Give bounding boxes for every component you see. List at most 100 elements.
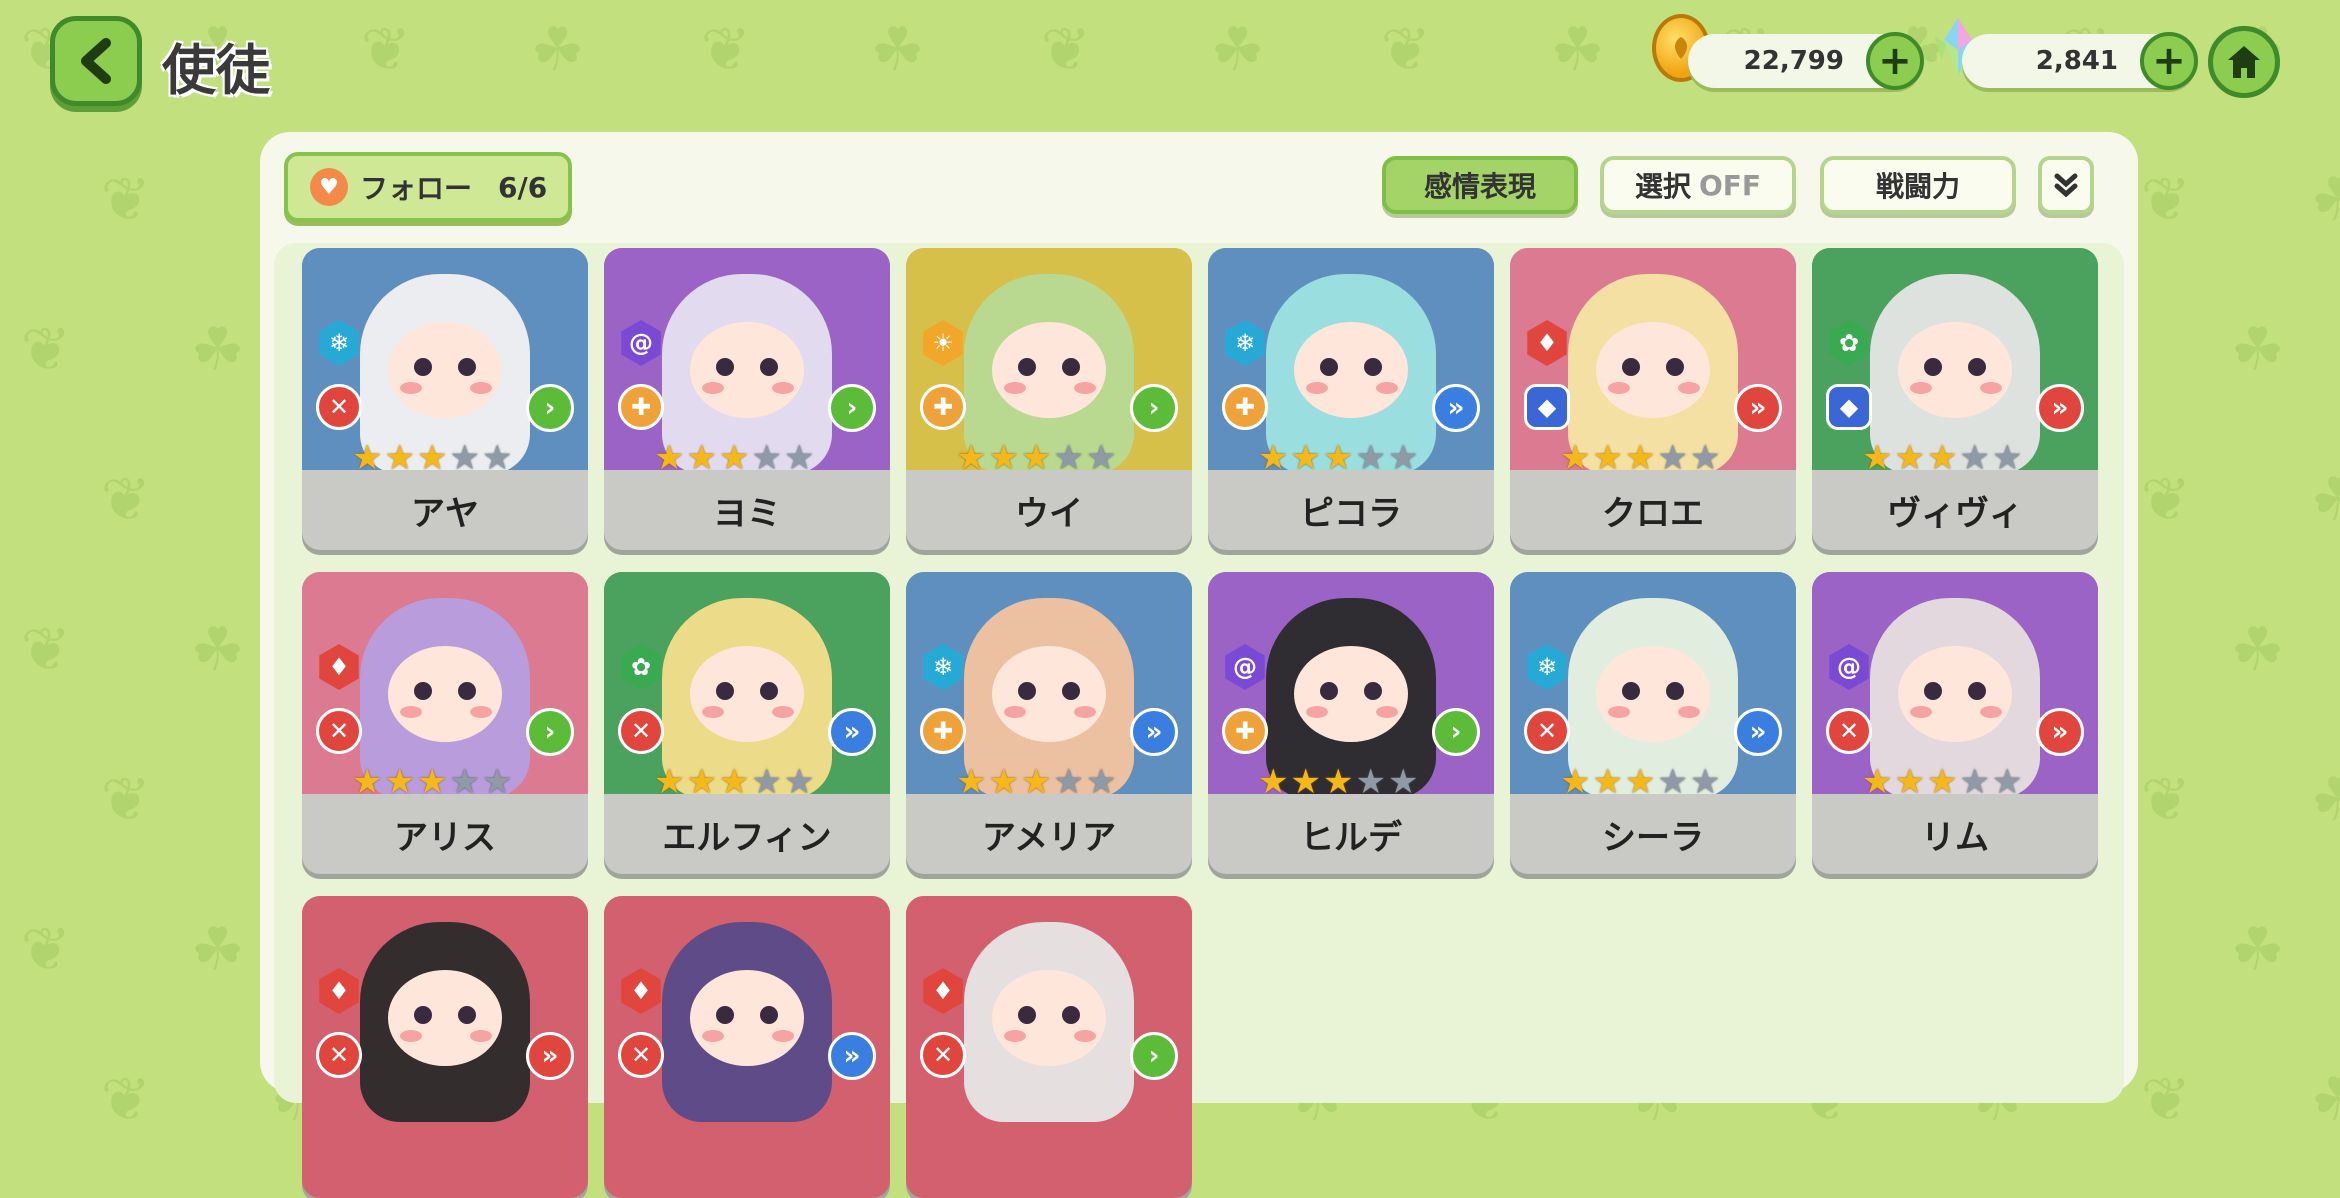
portrait-blush [1980,706,2002,718]
chevron-right-icon[interactable]: » [1432,384,1480,432]
home-button[interactable] [2208,26,2280,98]
character-card[interactable]: ✿ ✕» ★ ★ ★ ★ ★ エルフィン [604,572,890,874]
portrait-face [992,322,1106,418]
character-card[interactable]: ❄ ✕ › ★ ★ ★ ★ ★ アヤ [302,248,588,550]
character-card[interactable]: ✿ ◆» ★ ★ ★ ★ ★ ヴィヴィ [1812,248,2098,550]
add-gold-button[interactable]: + [1866,32,1924,90]
follow-button[interactable]: ♥ フォロー 6/6 [284,152,572,222]
portrait-face [1898,322,2012,418]
chevron-right-icon[interactable]: › [1130,384,1178,432]
portrait-eye [1622,682,1640,700]
portrait-face [690,970,804,1066]
character-card[interactable]: ♦ ◆» ★ ★ ★ ★ ★ クロエ [1510,248,1796,550]
gold-counter: 22,799 + [1688,32,1924,90]
character-card[interactable]: @ ✚ › ★ ★ ★ ★ ★ ヨミ [604,248,890,550]
portrait-eye [458,682,476,700]
leaf-pattern-icon: ❦ [2140,765,2191,835]
character-card[interactable]: ☀ ✚ › ★ ★ ★ ★ ★ ウイ [906,248,1192,550]
chevron-right-icon[interactable]: › [1432,708,1480,756]
character-card[interactable]: ❄ ✕» ★ ★ ★ ★ ★ シーラ [1510,572,1796,874]
portrait-eye [716,682,734,700]
leaf-pattern-icon: ☘ [190,315,245,385]
portrait-blush [1004,706,1026,718]
portrait-eye [716,1006,734,1024]
chevron-right-icon[interactable]: » [526,1032,574,1080]
sort-power-label: 戦闘力 [1875,170,1960,203]
portrait-blush [1074,706,1096,718]
emotion-button[interactable]: 感情表現 [1382,156,1578,214]
home-icon [2228,46,2260,78]
chevron-left-icon [81,38,111,84]
leaf-pattern-icon: ❦ [2140,1065,2191,1135]
swords-icon: ✕ [316,384,362,430]
swords-icon: ✕ [1524,708,1570,754]
character-card[interactable]: @ ✚ › ★ ★ ★ ★ ★ ヒルデ [1208,572,1494,874]
chevron-right-icon[interactable]: » [1130,708,1178,756]
chevron-right-icon[interactable]: › [526,708,574,756]
chevron-right-icon[interactable]: » [828,708,876,756]
leaf-pattern-icon: ☘ [1550,15,1605,85]
swords-icon: ✕ [316,1032,362,1078]
shield-icon: ◆ [1826,384,1872,430]
character-name: ウイ [906,470,1192,550]
character-card[interactable]: ❄ ✚» ★ ★ ★ ★ ★ アメリア [906,572,1192,874]
swords-icon: ✕ [618,1032,664,1078]
character-card[interactable]: @ ✕» ★ ★ ★ ★ ★ リム [1812,572,2098,874]
portrait-eye [1666,358,1684,376]
chevron-right-icon[interactable]: » [1734,708,1782,756]
back-button[interactable] [50,16,142,106]
portrait-eye [458,358,476,376]
portrait-eye [1018,682,1036,700]
chevron-right-icon[interactable]: › [828,384,876,432]
select-label: 選択 [1634,170,1691,203]
portrait-blush [702,1030,724,1042]
leaf-pattern-icon: ❦ [20,315,71,385]
character-card[interactable]: ♦ ✕» [604,896,890,1198]
character-card[interactable]: ❄ ✚» ★ ★ ★ ★ ★ ピコラ [1208,248,1494,550]
portrait-face [1596,646,1710,742]
character-card[interactable]: ♦ ✕» [302,896,588,1198]
expand-sort-button[interactable] [2038,156,2094,214]
chevron-right-icon[interactable]: » [828,1032,876,1080]
chevron-right-icon[interactable]: » [1734,384,1782,432]
portrait-blush [470,706,492,718]
chevron-right-icon[interactable]: » [2036,708,2084,756]
chevron-right-icon[interactable]: › [526,384,574,432]
cross-icon: ✚ [618,384,664,430]
portrait-eye [1968,358,1986,376]
portrait-face [992,646,1106,742]
leaf-pattern-icon: ❦ [360,15,411,85]
cross-icon: ✚ [920,384,966,430]
portrait-blush [772,382,794,394]
cross-icon: ✚ [920,708,966,754]
portrait-blush [1608,382,1630,394]
leaf-pattern-icon: ☘ [1210,15,1265,85]
portrait-blush [702,706,724,718]
gem-counter: 2,841 + [1962,32,2198,90]
select-toggle-button[interactable]: 選択 OFF [1600,156,1796,214]
sort-power-button[interactable]: 戦闘力 [1820,156,2016,214]
portrait-blush [1376,382,1398,394]
leaf-pattern-icon: ❦ [100,165,151,235]
portrait-eye [1968,682,1986,700]
portrait-eye [1018,1006,1036,1024]
leaf-pattern-icon: ☘ [2310,765,2340,835]
gem-amount: 2,841 [2035,46,2118,76]
character-name: アリス [302,794,588,874]
portrait-eye [458,1006,476,1024]
character-card[interactable]: ♦ ✕ › [906,896,1192,1198]
chevron-right-icon[interactable]: » [2036,384,2084,432]
character-name: アメリア [906,794,1192,874]
leaf-pattern-icon: ☘ [2310,165,2340,235]
leaf-pattern-icon: ☘ [190,915,245,985]
character-name: シーラ [1510,794,1796,874]
leaf-pattern-icon: ☘ [530,15,585,85]
portrait-eye [414,1006,432,1024]
character-card[interactable]: ♦ ✕ › ★ ★ ★ ★ ★ アリス [302,572,588,874]
portrait-eye [1320,358,1338,376]
chevron-right-icon[interactable]: › [1130,1032,1178,1080]
add-gems-button[interactable]: + [2140,32,2198,90]
portrait-blush [400,1030,422,1042]
leaf-pattern-icon: ❦ [100,465,151,535]
leaf-pattern-icon: ☘ [2310,465,2340,535]
